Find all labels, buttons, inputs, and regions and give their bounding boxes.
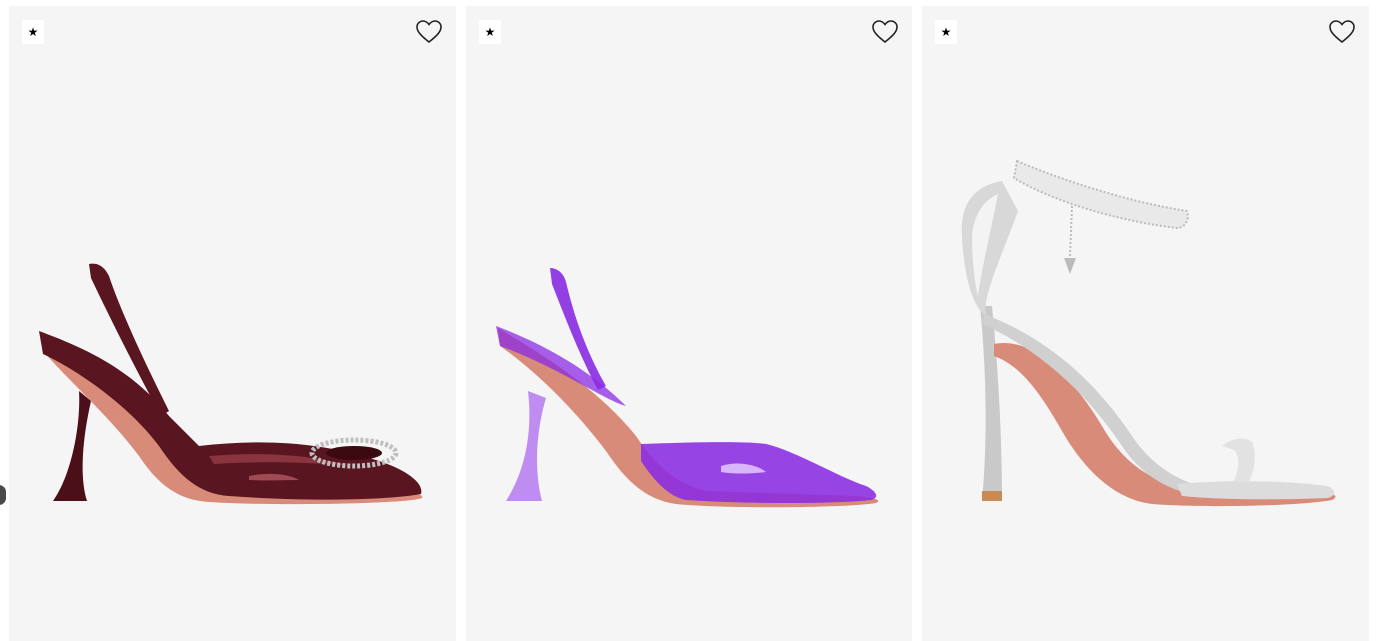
- wishlist-heart-icon[interactable]: [871, 18, 899, 46]
- product-card[interactable]: ★: [922, 6, 1369, 641]
- product-card[interactable]: ★: [466, 6, 912, 641]
- product-image[interactable]: [922, 6, 1369, 641]
- product-image[interactable]: [9, 6, 456, 641]
- wishlist-heart-icon[interactable]: [415, 18, 443, 46]
- star-badge: ★: [22, 20, 44, 44]
- star-badge: ★: [935, 20, 957, 44]
- star-badge: ★: [479, 20, 501, 44]
- product-card[interactable]: ★: [9, 6, 456, 641]
- product-image[interactable]: [466, 6, 912, 641]
- carousel-prev-button[interactable]: [0, 485, 6, 505]
- product-grid: ★ ★ ★: [0, 0, 1376, 641]
- wishlist-heart-icon[interactable]: [1328, 18, 1356, 46]
